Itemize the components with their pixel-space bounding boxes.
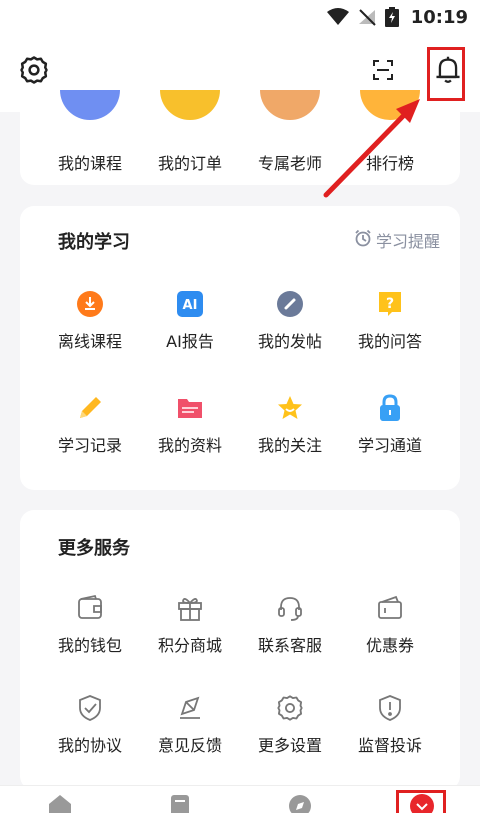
my-qa-label: 我的问答 [357, 332, 422, 351]
question-icon: ? [376, 290, 404, 318]
order-icon [160, 90, 220, 120]
scan-button[interactable] [365, 54, 401, 90]
study-channel-item[interactable]: 学习通道 [340, 394, 440, 456]
wallet-icon [76, 594, 104, 622]
more-services-card: 更多服务 我的钱包 积分商城 联系客服 优惠券 我的协议 意见反馈 更多设置 监… [20, 510, 460, 790]
feedback-label: 意见反馈 [157, 736, 222, 755]
my-agreement-item[interactable]: 我的协议 [40, 694, 140, 756]
my-posts-label: 我的发帖 [257, 332, 322, 351]
customer-service-label: 联系客服 [257, 636, 322, 655]
study-records-label: 学习记录 [57, 436, 122, 455]
coupons-item[interactable]: 优惠券 [340, 594, 440, 656]
post-icon [276, 290, 304, 318]
more-settings-label: 更多设置 [257, 736, 322, 755]
customer-service-item[interactable]: 联系客服 [240, 594, 340, 656]
shield-check-icon [76, 694, 104, 722]
my-follows-label: 我的关注 [257, 436, 322, 455]
alarm-clock-icon [354, 229, 372, 251]
compass-icon [286, 795, 314, 813]
highlight-box [427, 47, 465, 101]
offline-courses-label: 离线课程 [57, 332, 122, 351]
lock-icon [376, 394, 404, 422]
my-agreement-label: 我的协议 [57, 736, 122, 755]
points-mall-label: 积分商城 [157, 636, 222, 655]
download-icon [76, 290, 104, 318]
my-study-title: 我的学习 [58, 232, 130, 253]
battery-charging-icon [384, 7, 399, 27]
folder-icon [176, 394, 204, 422]
offline-courses-item[interactable]: 离线课程 [40, 290, 140, 352]
my-wallet-label: 我的钱包 [57, 636, 122, 655]
status-bar: 10:19 [0, 0, 480, 34]
more-settings-item[interactable]: 更多设置 [240, 694, 340, 756]
arrow-icon [323, 99, 420, 198]
settings-icon [276, 694, 304, 722]
supervision-complaint-label: 监督投诉 [357, 736, 422, 755]
my-orders-label: 我的订单 [157, 154, 222, 173]
my-qa-item[interactable]: ? 我的问答 [340, 290, 440, 352]
tab-highlight-box [396, 790, 446, 813]
home-icon [46, 795, 74, 813]
settings-button[interactable] [16, 54, 52, 90]
my-materials-label: 我的资料 [157, 436, 222, 455]
coupon-icon [376, 594, 404, 622]
tab-discover[interactable] [286, 792, 314, 813]
study-records-item[interactable]: 学习记录 [40, 394, 140, 456]
my-follows-item[interactable]: 我的关注 [240, 394, 340, 456]
headset-icon [276, 594, 304, 622]
star-icon [276, 394, 304, 422]
ai-icon: AI [176, 290, 204, 318]
my-study-card: 我的学习 学习提醒 离线课程 AI AI报告 我的发帖 ? 我的问答 学习记录 … [20, 206, 460, 490]
course-icon [60, 90, 120, 120]
my-materials-item[interactable]: 我的资料 [140, 394, 240, 456]
my-courses-label: 我的课程 [57, 154, 122, 173]
more-services-title: 更多服务 [58, 538, 130, 559]
tab-documents[interactable] [166, 792, 194, 813]
gift-icon [176, 594, 204, 622]
wifi-icon [326, 8, 349, 26]
study-channel-label: 学习通道 [357, 436, 422, 455]
tab-home[interactable] [46, 792, 74, 813]
study-reminder-link[interactable]: 学习提醒 [354, 228, 440, 252]
svg-text:AI: AI [183, 298, 198, 313]
document-icon [166, 795, 194, 813]
my-wallet-item[interactable]: 我的钱包 [40, 594, 140, 656]
status-time: 10:19 [410, 6, 468, 28]
my-posts-item[interactable]: 我的发帖 [240, 290, 340, 352]
complaint-icon [376, 694, 404, 722]
ai-report-item[interactable]: AI AI报告 [140, 290, 240, 352]
supervision-complaint-item[interactable]: 监督投诉 [340, 694, 440, 756]
feedback-icon [176, 694, 204, 722]
coupons-label: 优惠券 [365, 636, 414, 655]
teacher-icon [260, 90, 320, 120]
gear-icon [19, 55, 49, 89]
points-mall-item[interactable]: 积分商城 [140, 594, 240, 656]
pencil-icon [76, 394, 104, 422]
ai-report-label: AI报告 [166, 332, 214, 351]
feedback-item[interactable]: 意见反馈 [140, 694, 240, 756]
svg-text:?: ? [386, 296, 394, 312]
scan-icon [371, 58, 395, 86]
study-reminder-label: 学习提醒 [375, 232, 440, 251]
no-signal-icon [357, 8, 377, 26]
